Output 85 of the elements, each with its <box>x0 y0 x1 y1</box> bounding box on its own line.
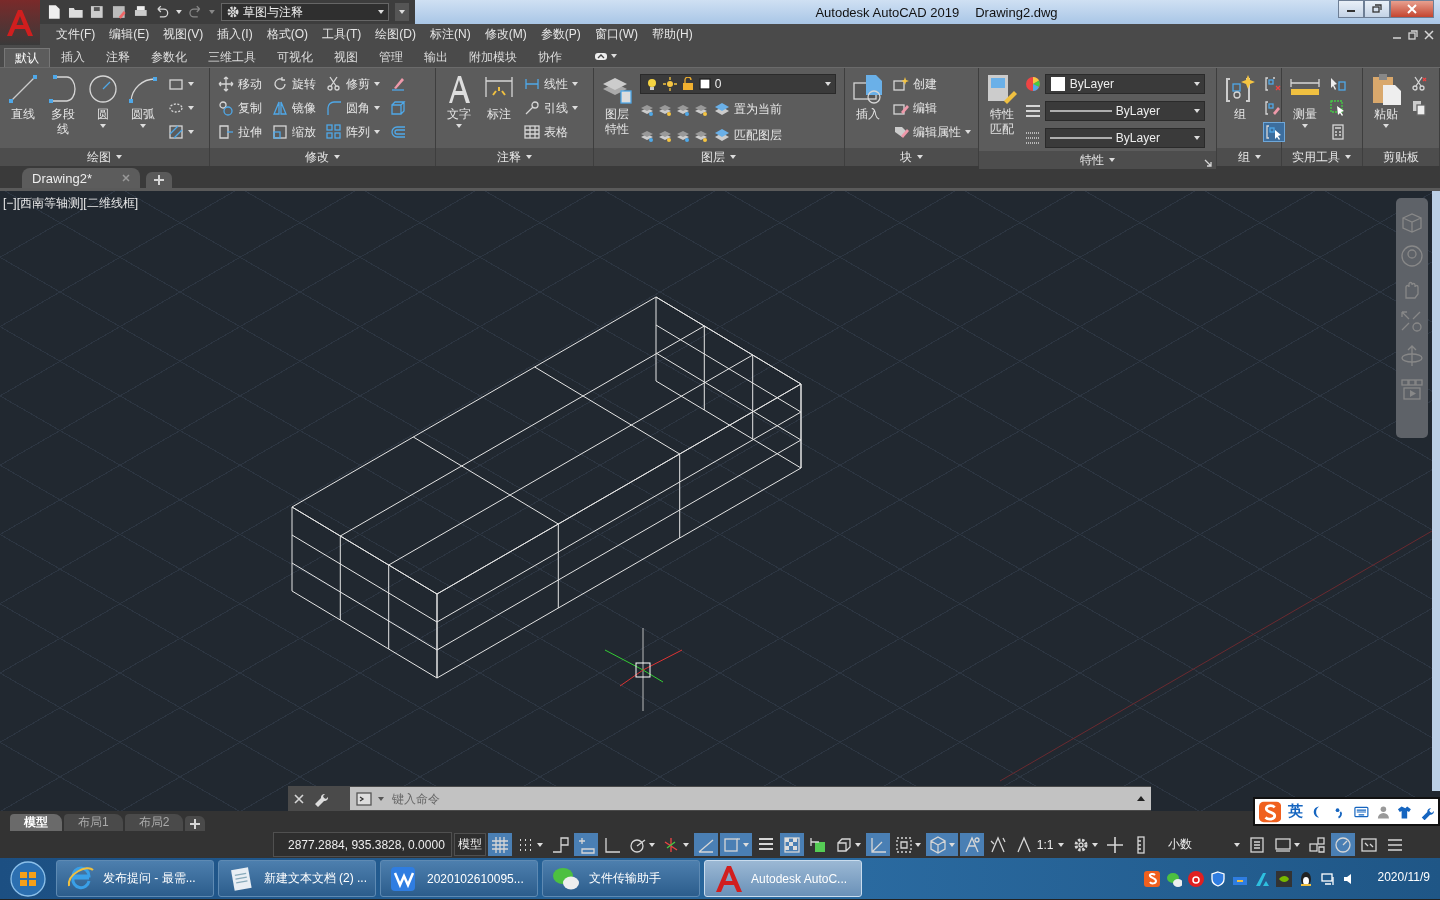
property-dropdown[interactable]: ByLayer <box>1044 101 1205 121</box>
command-field[interactable]: 键入命令 <box>350 787 1151 810</box>
ribbon-button[interactable]: 线性 <box>521 74 580 94</box>
panel-title[interactable]: 特性 <box>978 151 1217 169</box>
taskbar-button[interactable]: 发布提问 - 最需... <box>56 860 214 897</box>
menu-item[interactable]: 标注(N) <box>428 26 483 43</box>
ribbon-button[interactable]: 标注 <box>481 71 516 148</box>
ribbon-button[interactable]: 图层特性 <box>599 71 634 148</box>
workspace-dropdown[interactable]: 草图与注释 <box>221 3 390 21</box>
ribbon-button[interactable]: 插入 <box>850 71 885 148</box>
ribbon-button[interactable]: 移动 <box>216 74 265 94</box>
document-tab[interactable]: Drawing2* <box>22 168 140 188</box>
model-space-button[interactable]: 模型 <box>453 833 486 856</box>
tab-label[interactable]: Drawing2* <box>32 170 92 186</box>
ribbon-button[interactable]: 多段线 <box>46 71 80 148</box>
ribbon-button[interactable]: 匹配图层 <box>711 125 784 145</box>
ribbon-button[interactable]: 组 <box>1223 71 1258 148</box>
property-dropdown[interactable]: ByLayer <box>1044 128 1205 148</box>
property-dropdown[interactable]: ByLayer <box>1044 74 1205 94</box>
ribbon-button[interactable]: 粘贴 <box>1368 71 1403 148</box>
menu-item[interactable]: 修改(M) <box>482 26 539 43</box>
file-name: Drawing2.dwg <box>975 4 1058 20</box>
ribbon-tab[interactable]: 管理 <box>369 48 413 67</box>
panel-title[interactable]: 注释 <box>435 148 593 166</box>
menu-item[interactable]: 工具(T) <box>320 26 374 43</box>
ribbon-tab[interactable]: 视图 <box>324 48 368 67</box>
menu-item[interactable]: 插入(I) <box>215 26 265 43</box>
ribbon-button[interactable]: 复制 <box>216 98 265 118</box>
ribbon-button[interactable]: 旋转 <box>270 74 319 94</box>
ribbon-button[interactable]: 修剪 <box>324 74 383 94</box>
layer-dropdown[interactable]: 0 <box>639 74 836 94</box>
ribbon-tab[interactable]: 附加模块 <box>459 48 527 67</box>
status-toggle[interactable]: 小数 <box>1128 833 1243 856</box>
ribbon-button[interactable]: 测量 <box>1288 71 1323 148</box>
menu-item[interactable]: 绘图(D) <box>373 26 428 43</box>
ribbon-button[interactable]: 编辑属性 <box>890 122 973 142</box>
ribbon-tab[interactable]: 可视化 <box>267 48 323 67</box>
ribbon-button[interactable]: 置为当前 <box>711 99 784 119</box>
panel-title[interactable]: 修改 <box>210 148 435 166</box>
ribbon-tab[interactable]: 注释 <box>96 48 140 67</box>
taskbar-button[interactable]: 新建文本文档 (2) ... <box>218 860 376 897</box>
ribbon-button[interactable]: 圆 <box>86 71 120 148</box>
menu-item[interactable]: 参数(P) <box>538 26 593 43</box>
coordinates-readout: 2877.2884, 935.3828, 0.0000 <box>273 832 452 857</box>
menu-item[interactable]: 窗口(W) <box>592 26 650 43</box>
menu-item[interactable]: 格式(O) <box>264 26 320 43</box>
menu-item[interactable]: 文件(F) <box>54 26 108 43</box>
ribbon-button[interactable]: 镜像 <box>270 98 319 118</box>
panel-title[interactable]: 块 <box>844 148 978 166</box>
ribbon-button[interactable]: 圆角 <box>324 98 383 118</box>
ribbon-button[interactable]: 阵列 <box>324 122 383 142</box>
input-mode-toggle[interactable]: 英 <box>1288 802 1304 821</box>
window-title: Autodesk AutoCAD 2019 <box>815 4 960 20</box>
ribbon-tab[interactable]: 参数化 <box>141 48 197 67</box>
ribbon-button[interactable]: 文字 <box>441 71 476 148</box>
panel-title[interactable]: 实用工具 <box>1282 148 1362 166</box>
ribbon-button[interactable]: 特性匹配 <box>984 71 1019 151</box>
layout-tab[interactable]: 布局2 <box>124 814 184 831</box>
ribbon-button[interactable]: 创建 <box>890 74 973 94</box>
ribbon-tab[interactable]: 输出 <box>414 48 458 67</box>
menu-item[interactable]: 帮助(H) <box>650 26 705 43</box>
ribbon-button[interactable]: 缩放 <box>270 122 319 142</box>
date-label: 2020/11/9 <box>1377 870 1430 886</box>
ribbon-button[interactable]: 直线 <box>6 71 40 148</box>
panel-title[interactable]: 剪贴板 <box>1362 148 1439 166</box>
panel-title[interactable]: 图层 <box>593 148 844 166</box>
menu-item[interactable]: 视图(V) <box>161 26 216 43</box>
panel-title[interactable]: 绘图 <box>0 148 210 166</box>
viewport-label[interactable]: [−][西南等轴测][二维线框] <box>3 195 138 212</box>
ribbon-tab[interactable]: 三维工具 <box>198 48 266 67</box>
taskbar-button[interactable]: 2020102610095... <box>380 860 538 897</box>
panel-title[interactable]: 组 <box>1217 148 1282 166</box>
ribbon-button[interactable]: 圆弧 <box>126 71 160 148</box>
layout-tab[interactable]: 布局1 <box>64 814 123 831</box>
ribbon-button[interactable]: 表格 <box>521 122 580 142</box>
taskbar-button[interactable]: 文件传输助手 <box>542 860 700 897</box>
ribbon-button[interactable]: 引线 <box>521 98 580 118</box>
ribbon-button[interactable]: 编辑 <box>890 98 973 118</box>
ribbon-tab[interactable]: 插入 <box>51 48 95 67</box>
layout-tab[interactable]: 模型 <box>10 814 62 831</box>
ribbon-tab[interactable]: 协作 <box>528 48 572 67</box>
ribbon-button[interactable]: 拉伸 <box>216 122 265 142</box>
menu-item[interactable]: 编辑(E) <box>107 26 162 43</box>
status-toggle[interactable]: 1:1 <box>1011 833 1067 856</box>
ribbon-tab[interactable]: 默认 <box>4 48 50 67</box>
